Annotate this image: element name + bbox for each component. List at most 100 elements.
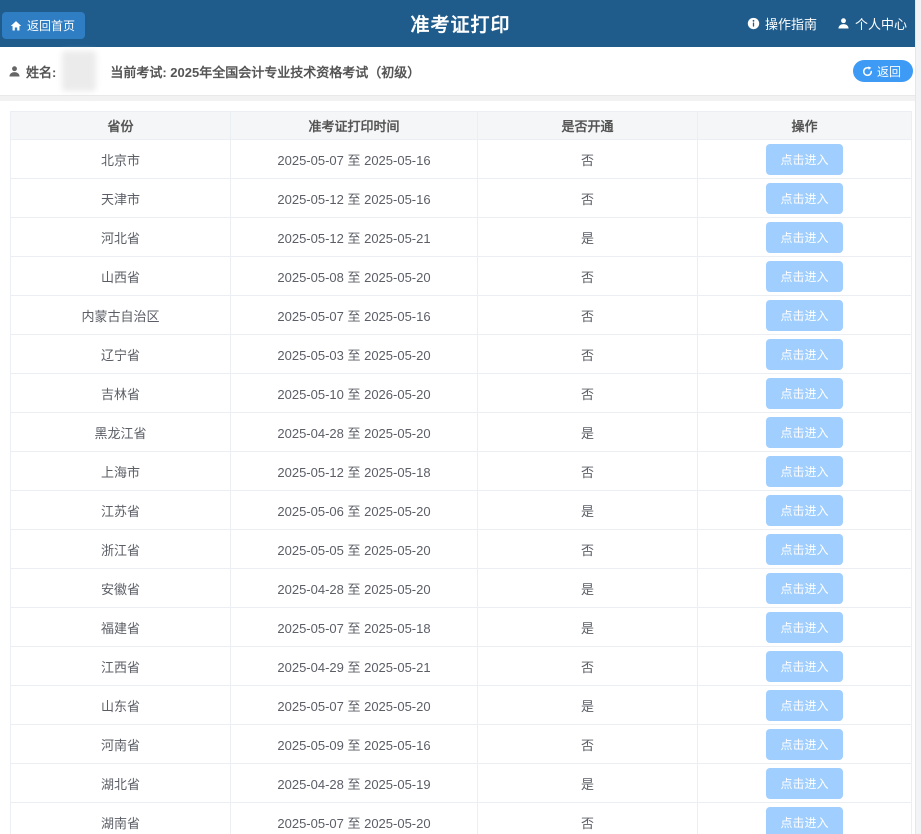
province-cell: 河北省: [11, 218, 231, 257]
action-cell: 点击进入: [698, 725, 912, 764]
action-cell: 点击进入: [698, 257, 912, 296]
enter-button[interactable]: 点击进入: [766, 612, 842, 643]
province-cell: 山东省: [11, 686, 231, 725]
column-header-province: 省份: [11, 112, 231, 140]
enter-button[interactable]: 点击进入: [766, 378, 842, 409]
province-cell: 内蒙古自治区: [11, 296, 231, 335]
province-cell: 上海市: [11, 452, 231, 491]
province-cell: 安徽省: [11, 569, 231, 608]
scrollbar-track[interactable]: [915, 0, 921, 834]
header-right-links: 操作指南 个人中心: [747, 0, 907, 47]
province-table-container: 省份 准考证打印时间 是否开通 操作 北京市2025-05-07 至 2025-…: [10, 111, 911, 834]
column-header-print-period: 准考证打印时间: [231, 112, 478, 140]
action-cell: 点击进入: [698, 140, 912, 179]
province-cell: 江西省: [11, 647, 231, 686]
print-period-cell: 2025-04-29 至 2025-05-21: [231, 647, 478, 686]
print-period-cell: 2025-05-12 至 2025-05-16: [231, 179, 478, 218]
table-row: 辽宁省2025-05-03 至 2025-05-20否点击进入: [11, 335, 912, 374]
print-period-cell: 2025-05-07 至 2025-05-20: [231, 803, 478, 834]
open-status-cell: 是: [478, 686, 698, 725]
enter-button[interactable]: 点击进入: [766, 144, 842, 175]
province-cell: 浙江省: [11, 530, 231, 569]
action-cell: 点击进入: [698, 569, 912, 608]
action-cell: 点击进入: [698, 374, 912, 413]
info-icon: [747, 17, 760, 30]
enter-button[interactable]: 点击进入: [766, 339, 842, 370]
print-period-cell: 2025-05-05 至 2025-05-20: [231, 530, 478, 569]
table-row: 山东省2025-05-07 至 2025-05-20是点击进入: [11, 686, 912, 725]
current-exam-text: 当前考试: 2025年全国会计专业技术资格考试（初级）: [110, 62, 420, 81]
open-status-cell: 是: [478, 764, 698, 803]
province-cell: 湖南省: [11, 803, 231, 834]
enter-button[interactable]: 点击进入: [766, 183, 842, 214]
province-cell: 黑龙江省: [11, 413, 231, 452]
enter-button[interactable]: 点击进入: [766, 456, 842, 487]
table-row: 内蒙古自治区2025-05-07 至 2025-05-16否点击进入: [11, 296, 912, 335]
person-icon-gray: [8, 65, 21, 78]
enter-button[interactable]: 点击进入: [766, 690, 842, 721]
guide-link[interactable]: 操作指南: [747, 14, 817, 33]
print-period-cell: 2025-05-07 至 2025-05-16: [231, 296, 478, 335]
open-status-cell: 是: [478, 608, 698, 647]
back-button[interactable]: 返回: [853, 60, 913, 82]
back-label: 返回: [877, 63, 901, 80]
table-row: 湖北省2025-04-28 至 2025-05-19是点击进入: [11, 764, 912, 803]
enter-button[interactable]: 点击进入: [766, 261, 842, 292]
action-cell: 点击进入: [698, 179, 912, 218]
table-row: 北京市2025-05-07 至 2025-05-16否点击进入: [11, 140, 912, 179]
refresh-icon: [862, 66, 873, 77]
action-cell: 点击进入: [698, 647, 912, 686]
table-row: 河北省2025-05-12 至 2025-05-21是点击进入: [11, 218, 912, 257]
province-cell: 江苏省: [11, 491, 231, 530]
print-period-cell: 2025-05-12 至 2025-05-18: [231, 452, 478, 491]
print-period-cell: 2025-05-08 至 2025-05-20: [231, 257, 478, 296]
open-status-cell: 是: [478, 569, 698, 608]
province-cell: 天津市: [11, 179, 231, 218]
column-header-open-status: 是否开通: [478, 112, 698, 140]
open-status-cell: 是: [478, 413, 698, 452]
enter-button[interactable]: 点击进入: [766, 768, 842, 799]
table-row: 江苏省2025-05-06 至 2025-05-20是点击进入: [11, 491, 912, 530]
action-cell: 点击进入: [698, 686, 912, 725]
print-period-cell: 2025-05-09 至 2025-05-16: [231, 725, 478, 764]
province-cell: 吉林省: [11, 374, 231, 413]
print-period-cell: 2025-05-03 至 2025-05-20: [231, 335, 478, 374]
open-status-cell: 否: [478, 374, 698, 413]
enter-button[interactable]: 点击进入: [766, 222, 842, 253]
section-divider: [0, 95, 921, 101]
column-header-action: 操作: [698, 112, 912, 140]
table-row: 山西省2025-05-08 至 2025-05-20否点击进入: [11, 257, 912, 296]
enter-button[interactable]: 点击进入: [766, 807, 842, 834]
user-center-link[interactable]: 个人中心: [837, 14, 907, 33]
province-cell: 山西省: [11, 257, 231, 296]
action-cell: 点击进入: [698, 413, 912, 452]
enter-button[interactable]: 点击进入: [766, 534, 842, 565]
action-cell: 点击进入: [698, 335, 912, 374]
open-status-cell: 否: [478, 335, 698, 374]
print-period-cell: 2025-04-28 至 2025-05-20: [231, 413, 478, 452]
action-cell: 点击进入: [698, 803, 912, 834]
province-table: 省份 准考证打印时间 是否开通 操作 北京市2025-05-07 至 2025-…: [10, 111, 912, 834]
enter-button[interactable]: 点击进入: [766, 300, 842, 331]
top-header-bar: 返回首页 准考证打印 操作指南 个人中心: [0, 0, 921, 47]
open-status-cell: 否: [478, 803, 698, 834]
action-cell: 点击进入: [698, 608, 912, 647]
table-row: 江西省2025-04-29 至 2025-05-21否点击进入: [11, 647, 912, 686]
action-cell: 点击进入: [698, 491, 912, 530]
action-cell: 点击进入: [698, 530, 912, 569]
open-status-cell: 是: [478, 218, 698, 257]
open-status-cell: 否: [478, 179, 698, 218]
print-period-cell: 2025-05-07 至 2025-05-16: [231, 140, 478, 179]
enter-button[interactable]: 点击进入: [766, 729, 842, 760]
open-status-cell: 否: [478, 452, 698, 491]
enter-button[interactable]: 点击进入: [766, 495, 842, 526]
print-period-cell: 2025-05-10 至 2026-05-20: [231, 374, 478, 413]
action-cell: 点击进入: [698, 764, 912, 803]
action-cell: 点击进入: [698, 218, 912, 257]
table-row: 天津市2025-05-12 至 2025-05-16否 点击进入: [11, 179, 912, 218]
enter-button[interactable]: 点击进入: [766, 651, 842, 682]
enter-button[interactable]: 点击进入: [766, 417, 842, 448]
action-cell: 点击进入: [698, 452, 912, 491]
open-status-cell: 否: [478, 725, 698, 764]
enter-button[interactable]: 点击进入: [766, 573, 842, 604]
